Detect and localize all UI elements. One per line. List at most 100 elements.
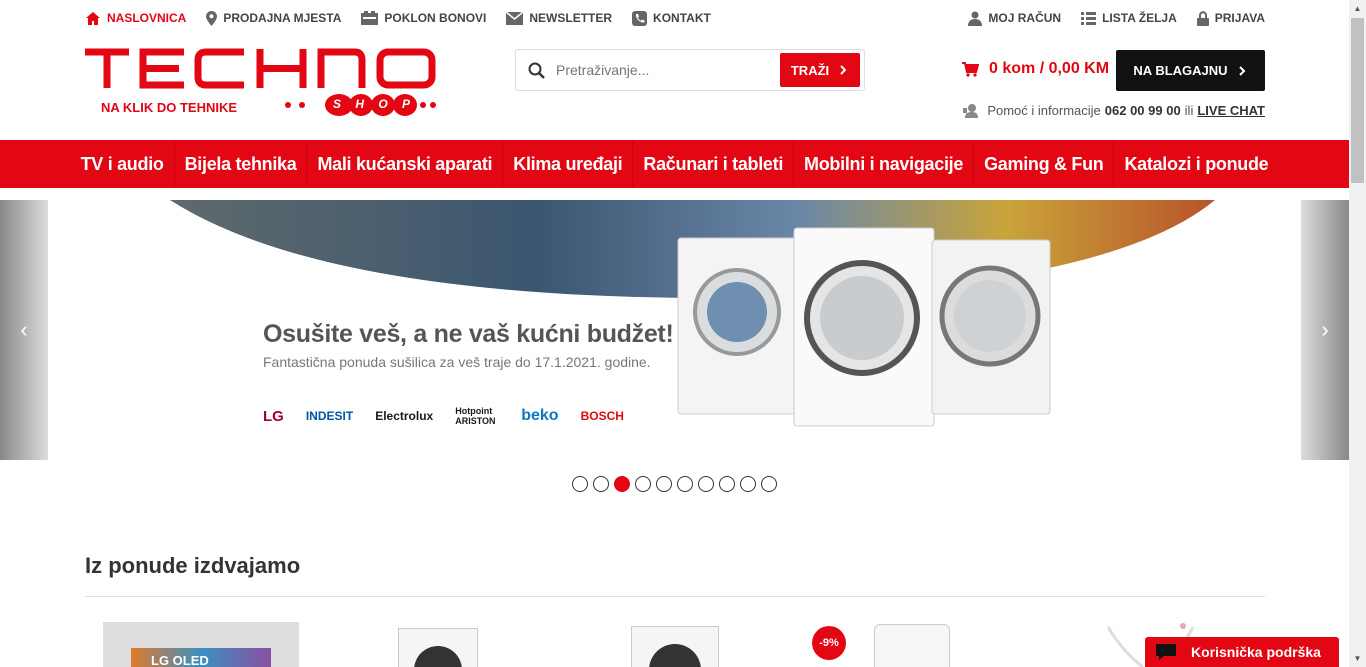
topbar-label: MOJ RAČUN [988,11,1062,25]
product-card[interactable] [631,622,719,667]
topbar-link-moj-racun[interactable]: MOJ RAČUN [968,11,1061,26]
slider-dot[interactable] [698,476,714,492]
nav-item-gaming[interactable]: Gaming & Fun [974,140,1115,188]
gift-card-icon [361,11,379,25]
product-card[interactable] [398,622,478,667]
support-agent-icon [963,104,979,118]
section-divider [85,596,1265,597]
dryer-illustration [677,227,1051,427]
brand-logo-electrolux: Electrolux [375,409,434,423]
topbar-link-lista-zelja[interactable]: LISTA ŽELJA [1081,11,1177,25]
cart-label: 0 kom / 0,00 KM [989,60,1110,77]
topbar-label: POKLON BONOVI [384,11,487,25]
top-bar-left: NASLOVNICA PRODAJNA MJESTA POKLON BONOVI… [85,10,731,26]
help-text: Pomoć i informacije [987,103,1101,118]
slider-dot[interactable] [761,476,777,492]
slider-dots [572,476,782,492]
search-bar: TRAŽI [515,49,865,91]
top-bar-right: MOJ RAČUN LISTA ŽELJA PRIJAVA [948,10,1265,26]
page: NASLOVNICA PRODAJNA MJESTA POKLON BONOVI… [0,0,1366,667]
customer-support-button[interactable]: Korisnička podrška [1145,637,1339,667]
hero-headline: Osušite veš, a ne vaš kućni budžet! [263,320,674,348]
brand-logo-indesit: INDESIT [305,409,354,423]
slider-dot[interactable] [740,476,756,492]
slider-dot-active[interactable] [614,476,630,492]
location-pin-icon [206,10,218,26]
nav-item-tv-audio[interactable]: TV i audio [71,140,175,188]
checkout-button[interactable]: NA BLAGAJNU [1116,50,1265,91]
help-info: Pomoć i informacije 062 00 99 00 ili LIV… [963,103,1265,118]
cart-summary[interactable]: 0 kom / 0,00 KM [962,60,1109,78]
brand-logo-beko: beko [521,407,559,424]
topbar-link-prodajna-mjesta[interactable]: PRODAJNA MJESTA [206,10,342,26]
brand-logo-lg: LG [263,407,284,425]
brand-logo-bosch: BOSCH [580,409,624,423]
product-image-text: LG OLED [151,653,209,667]
help-or: ili [1184,103,1194,118]
hero-image [170,200,1215,427]
product-image [874,624,950,667]
slider-dot[interactable] [593,476,609,492]
nav-item-klima[interactable]: Klima uređaji [503,140,634,188]
page-scrollbar[interactable]: ▲ ▼ [1349,0,1366,667]
cart-icon [962,61,979,77]
discount-badge: -9% [812,626,846,660]
topbar-link-kontakt[interactable]: KONTAKT [632,10,711,26]
live-chat-link[interactable]: LIVE CHAT [1197,103,1265,118]
chat-bubble-icon [1156,644,1176,660]
section-title: Iz ponude izdvajamo [85,553,301,578]
product-card[interactable]: -9% [812,622,952,667]
search-input[interactable] [556,62,780,78]
help-phone[interactable]: 062 00 99 00 [1105,103,1181,118]
home-icon [86,11,100,25]
scroll-thumb[interactable] [1351,18,1364,183]
hero-subtext: Fantastična ponuda sušilica za veš traje… [263,354,651,370]
support-label: Korisnička podrška [1191,644,1321,660]
chevron-right-icon [840,65,847,75]
hero-prev-arrow[interactable]: ‹ [0,200,48,460]
topbar-link-poklon-bonovi[interactable]: POKLON BONOVI [361,11,486,25]
topbar-link-naslovnica[interactable]: NASLOVNICA [85,11,186,26]
nav-item-mobilni[interactable]: Mobilni i navigacije [794,140,975,188]
slider-dot[interactable] [677,476,693,492]
scroll-up-arrow[interactable]: ▲ [1349,0,1366,17]
topbar-label: KONTAKT [653,11,711,25]
hero-banner[interactable]: ‹ › Osušite veš, a ne vaš kućni budžet! … [0,200,1349,460]
topbar-label: NASLOVNICA [107,11,187,25]
hero-brand-logos: LG INDESIT Electrolux Hotpoint ARISTON b… [263,406,646,426]
slider-dot[interactable] [635,476,651,492]
nav-item-katalozi[interactable]: Katalozi i ponude [1114,140,1278,188]
brand-logo-hotpoint: Hotpoint ARISTON [455,406,496,426]
main-nav: TV i audio Bijela tehnika Mali kućanski … [0,140,1349,188]
nav-item-mali-kucanski[interactable]: Mali kućanski aparati [307,140,504,188]
chevron-left-icon: ‹ [20,317,28,342]
slider-dot[interactable] [656,476,672,492]
logo-badge: SHOP [333,97,410,111]
slider-dot[interactable] [719,476,735,492]
top-bar: NASLOVNICA PRODAJNA MJESTA POKLON BONOVI… [85,0,1265,36]
scroll-down-arrow[interactable]: ▼ [1349,650,1366,667]
topbar-label: NEWSLETTER [529,11,613,25]
chevron-right-icon [1238,65,1245,76]
hero-next-arrow[interactable]: › [1301,200,1349,460]
phone-icon [632,10,648,26]
search-button[interactable]: TRAŽI [780,53,860,87]
search-icon [516,62,556,79]
topbar-label: PRODAJNA MJESTA [223,11,342,25]
chevron-right-icon: › [1321,317,1329,342]
product-card[interactable]: LG OLED [103,622,299,667]
topbar-label: PRIJAVA [1214,11,1265,25]
site-logo[interactable]: SHOP NA KLIK DO TEHNIKE [85,46,437,118]
topbar-link-newsletter[interactable]: NEWSLETTER [506,11,612,25]
search-button-label: TRAŽI [790,62,830,78]
logo-tagline: NA KLIK DO TEHNIKE [101,100,238,115]
nav-item-racunari[interactable]: Računari i tableti [633,140,795,188]
list-icon [1081,11,1097,25]
product-carousel: LG OLED -9% [85,622,1265,667]
checkout-label: NA BLAGAJNU [1133,63,1228,78]
topbar-link-prijava[interactable]: PRIJAVA [1196,10,1265,26]
user-icon [968,11,983,26]
slider-dot[interactable] [572,476,588,492]
topbar-label: LISTA ŽELJA [1102,11,1177,25]
nav-item-bijela-tehnika[interactable]: Bijela tehnika [175,140,308,188]
